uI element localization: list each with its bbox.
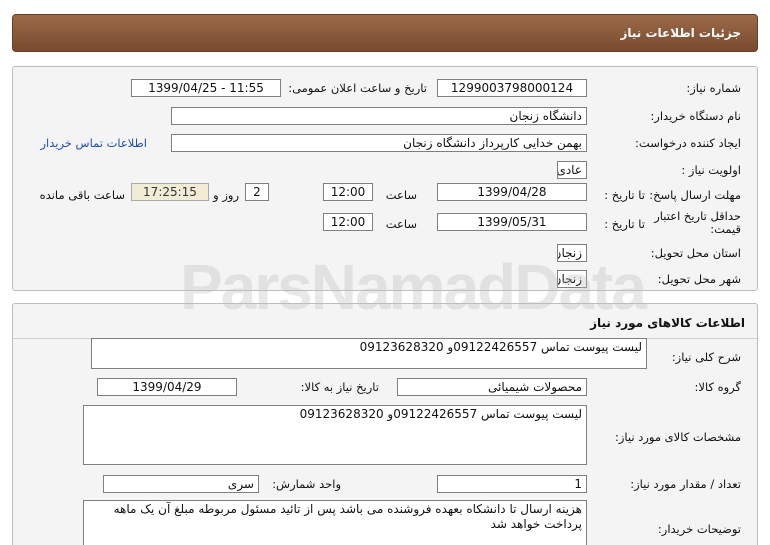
goods-info-panel: اطلاعات کالاهای مورد نیاز شرح کلی نیاز: … [12, 303, 758, 545]
goods-group-label: گروه کالا: [694, 380, 741, 394]
specs-label: مشخصات کالای مورد نیاز: [614, 430, 741, 444]
announce-field: 1399/04/25 - 11:55 [131, 79, 281, 97]
goods-section-title: اطلاعات کالاهای مورد نیاز [590, 316, 745, 330]
remaining-label: ساعت باقی مانده [39, 188, 125, 202]
need-info-panel: شماره نیاز: 1299003798000124 تاریخ و ساع… [12, 66, 758, 291]
unit-label: واحد شمارش: [272, 477, 341, 491]
summary-field: لیست پیوست تماس 09122426557و 09123628320 [91, 338, 647, 369]
deadline-until-label: تا تاریخ : [604, 188, 645, 202]
specs-field: لیست پیوست تماس 09122426557و 09123628320 [83, 405, 587, 465]
buyer-notes-label: توضیحات خریدار: [657, 522, 741, 536]
deadline-time-field: 12:00 [323, 183, 373, 201]
province-label: استان محل تحویل: [650, 246, 741, 260]
need-date-label: تاریخ نیاز به کالا: [300, 380, 379, 394]
priority-field: عادی [557, 161, 587, 179]
need-number-label: شماره نیاز: [686, 81, 741, 95]
goods-group-field: محصولات شیمیائی [397, 378, 587, 396]
remaining-time-field: 17:25:15 [131, 183, 209, 201]
city-label: شهر محل تحویل: [657, 272, 741, 286]
quantity-label: تعداد / مقدار مورد نیاز: [630, 477, 741, 491]
days-label: روز و [213, 188, 239, 202]
deadline-date-field: 1399/04/28 [437, 183, 587, 201]
validity-time-label: ساعت [385, 217, 417, 231]
requester-label: ایجاد کننده درخواست: [635, 136, 741, 150]
city-field: زنجان [557, 270, 587, 288]
priority-label: اولویت نیاز : [681, 163, 741, 177]
summary-label: شرح کلی نیاز: [671, 350, 741, 364]
quantity-field: 1 [437, 475, 587, 493]
announce-label: تاریخ و ساعت اعلان عمومی: [288, 81, 427, 95]
page-header: جزئیات اطلاعات نیاز [12, 14, 758, 52]
page-title: جزئیات اطلاعات نیاز [620, 26, 741, 40]
validity-label: حداقل تاریخ اعتبار قیمت: [654, 209, 741, 236]
buyer-org-label: نام دستگاه خریدار: [650, 109, 741, 123]
province-field: زنجان [557, 244, 587, 262]
need-date-field: 1399/04/29 [97, 378, 237, 396]
buyer-org-field: دانشگاه زنجان [171, 107, 587, 125]
validity-until-label: تا تاریخ : [604, 217, 645, 231]
deadline-label: مهلت ارسال پاسخ: [649, 188, 741, 202]
requester-field: بهمن خدایی کارپرداز دانشگاه زنجان [171, 134, 587, 152]
days-field: 2 [245, 183, 269, 201]
deadline-time-label: ساعت [385, 188, 417, 202]
buyer-notes-field: هزینه ارسال تا دانشکاه بعهده فروشنده می … [83, 500, 587, 545]
validity-date-field: 1399/05/31 [437, 213, 587, 231]
validity-time-field: 12:00 [323, 213, 373, 231]
unit-field: سری [103, 475, 259, 493]
need-number-field: 1299003798000124 [437, 79, 587, 97]
buyer-contact-link[interactable]: اطلاعات تماس خریدار [40, 136, 147, 150]
